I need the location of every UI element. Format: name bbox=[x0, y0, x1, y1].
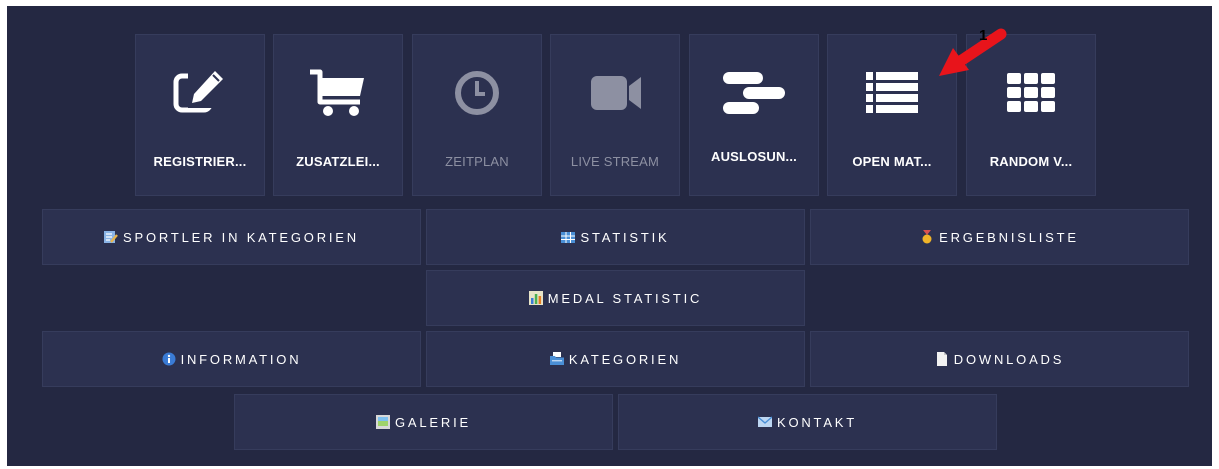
folder-icon bbox=[549, 352, 564, 366]
information-button[interactable]: INFORMATION bbox=[42, 331, 421, 387]
tile-label: RANDOM V... bbox=[989, 154, 1073, 169]
button-label: STATISTIK bbox=[580, 229, 670, 245]
video-camera-icon bbox=[551, 65, 679, 121]
kontakt-button[interactable]: KONTAKT bbox=[618, 394, 997, 450]
button-label: GALERIE bbox=[395, 414, 471, 430]
button-label: ERGEBNISLISTE bbox=[939, 229, 1079, 245]
tile-label: LIVE STREAM bbox=[570, 154, 660, 169]
cart-icon bbox=[274, 65, 402, 121]
medal-icon bbox=[920, 230, 934, 244]
medal-statistic-button[interactable]: MEDAL STATISTIC bbox=[426, 270, 805, 326]
tile-label: REGISTRIER... bbox=[153, 154, 247, 169]
button-label: INFORMATION bbox=[180, 351, 302, 367]
galerie-button[interactable]: GALERIE bbox=[234, 394, 613, 450]
bracket-icon bbox=[690, 65, 818, 121]
clock-icon bbox=[413, 65, 541, 121]
button-label: KONTAKT bbox=[776, 414, 858, 430]
button-label: DOWNLOADS bbox=[953, 351, 1065, 367]
info-icon bbox=[162, 352, 176, 366]
tile-zusatzleistungen[interactable]: ZUSATZLEI... bbox=[273, 34, 403, 196]
table-icon bbox=[561, 230, 576, 244]
tile-label: ZUSATZLEI... bbox=[296, 154, 380, 169]
sportler-in-kategorien-button[interactable]: SPORTLER IN KATEGORIEN bbox=[42, 209, 421, 265]
tile-zeitplan[interactable]: ZEITPLAN bbox=[412, 34, 542, 196]
bar-chart-icon bbox=[528, 291, 543, 305]
annotation-arrow-icon: 1 bbox=[939, 27, 1007, 76]
tile-label: AUSLOSUN... bbox=[711, 149, 797, 164]
document-icon bbox=[935, 352, 949, 366]
app-menu-panel: REGISTRIER... ZUSATZLEI... ZEITPLAN LIVE… bbox=[7, 6, 1212, 466]
annotation-number: 1 bbox=[979, 27, 987, 44]
image-icon bbox=[376, 415, 391, 429]
statistik-button[interactable]: STATISTIK bbox=[426, 209, 805, 265]
mail-icon bbox=[757, 415, 773, 429]
edit-icon bbox=[136, 65, 264, 121]
tile-auslosung[interactable]: AUSLOSUN... bbox=[689, 34, 819, 196]
button-label: KATEGORIEN bbox=[568, 351, 682, 367]
downloads-button[interactable]: DOWNLOADS bbox=[810, 331, 1189, 387]
button-label: MEDAL STATISTIC bbox=[547, 290, 703, 306]
tile-live-stream[interactable]: LIVE STREAM bbox=[550, 34, 680, 196]
edit-list-icon bbox=[104, 230, 118, 244]
button-label: SPORTLER IN KATEGORIEN bbox=[123, 229, 359, 245]
tile-registrierung[interactable]: REGISTRIER... bbox=[135, 34, 265, 196]
tile-label: OPEN MAT... bbox=[852, 154, 932, 169]
ergebnisliste-button[interactable]: ERGEBNISLISTE bbox=[810, 209, 1189, 265]
kategorien-button[interactable]: KATEGORIEN bbox=[426, 331, 805, 387]
tile-label: ZEITPLAN bbox=[445, 154, 509, 169]
